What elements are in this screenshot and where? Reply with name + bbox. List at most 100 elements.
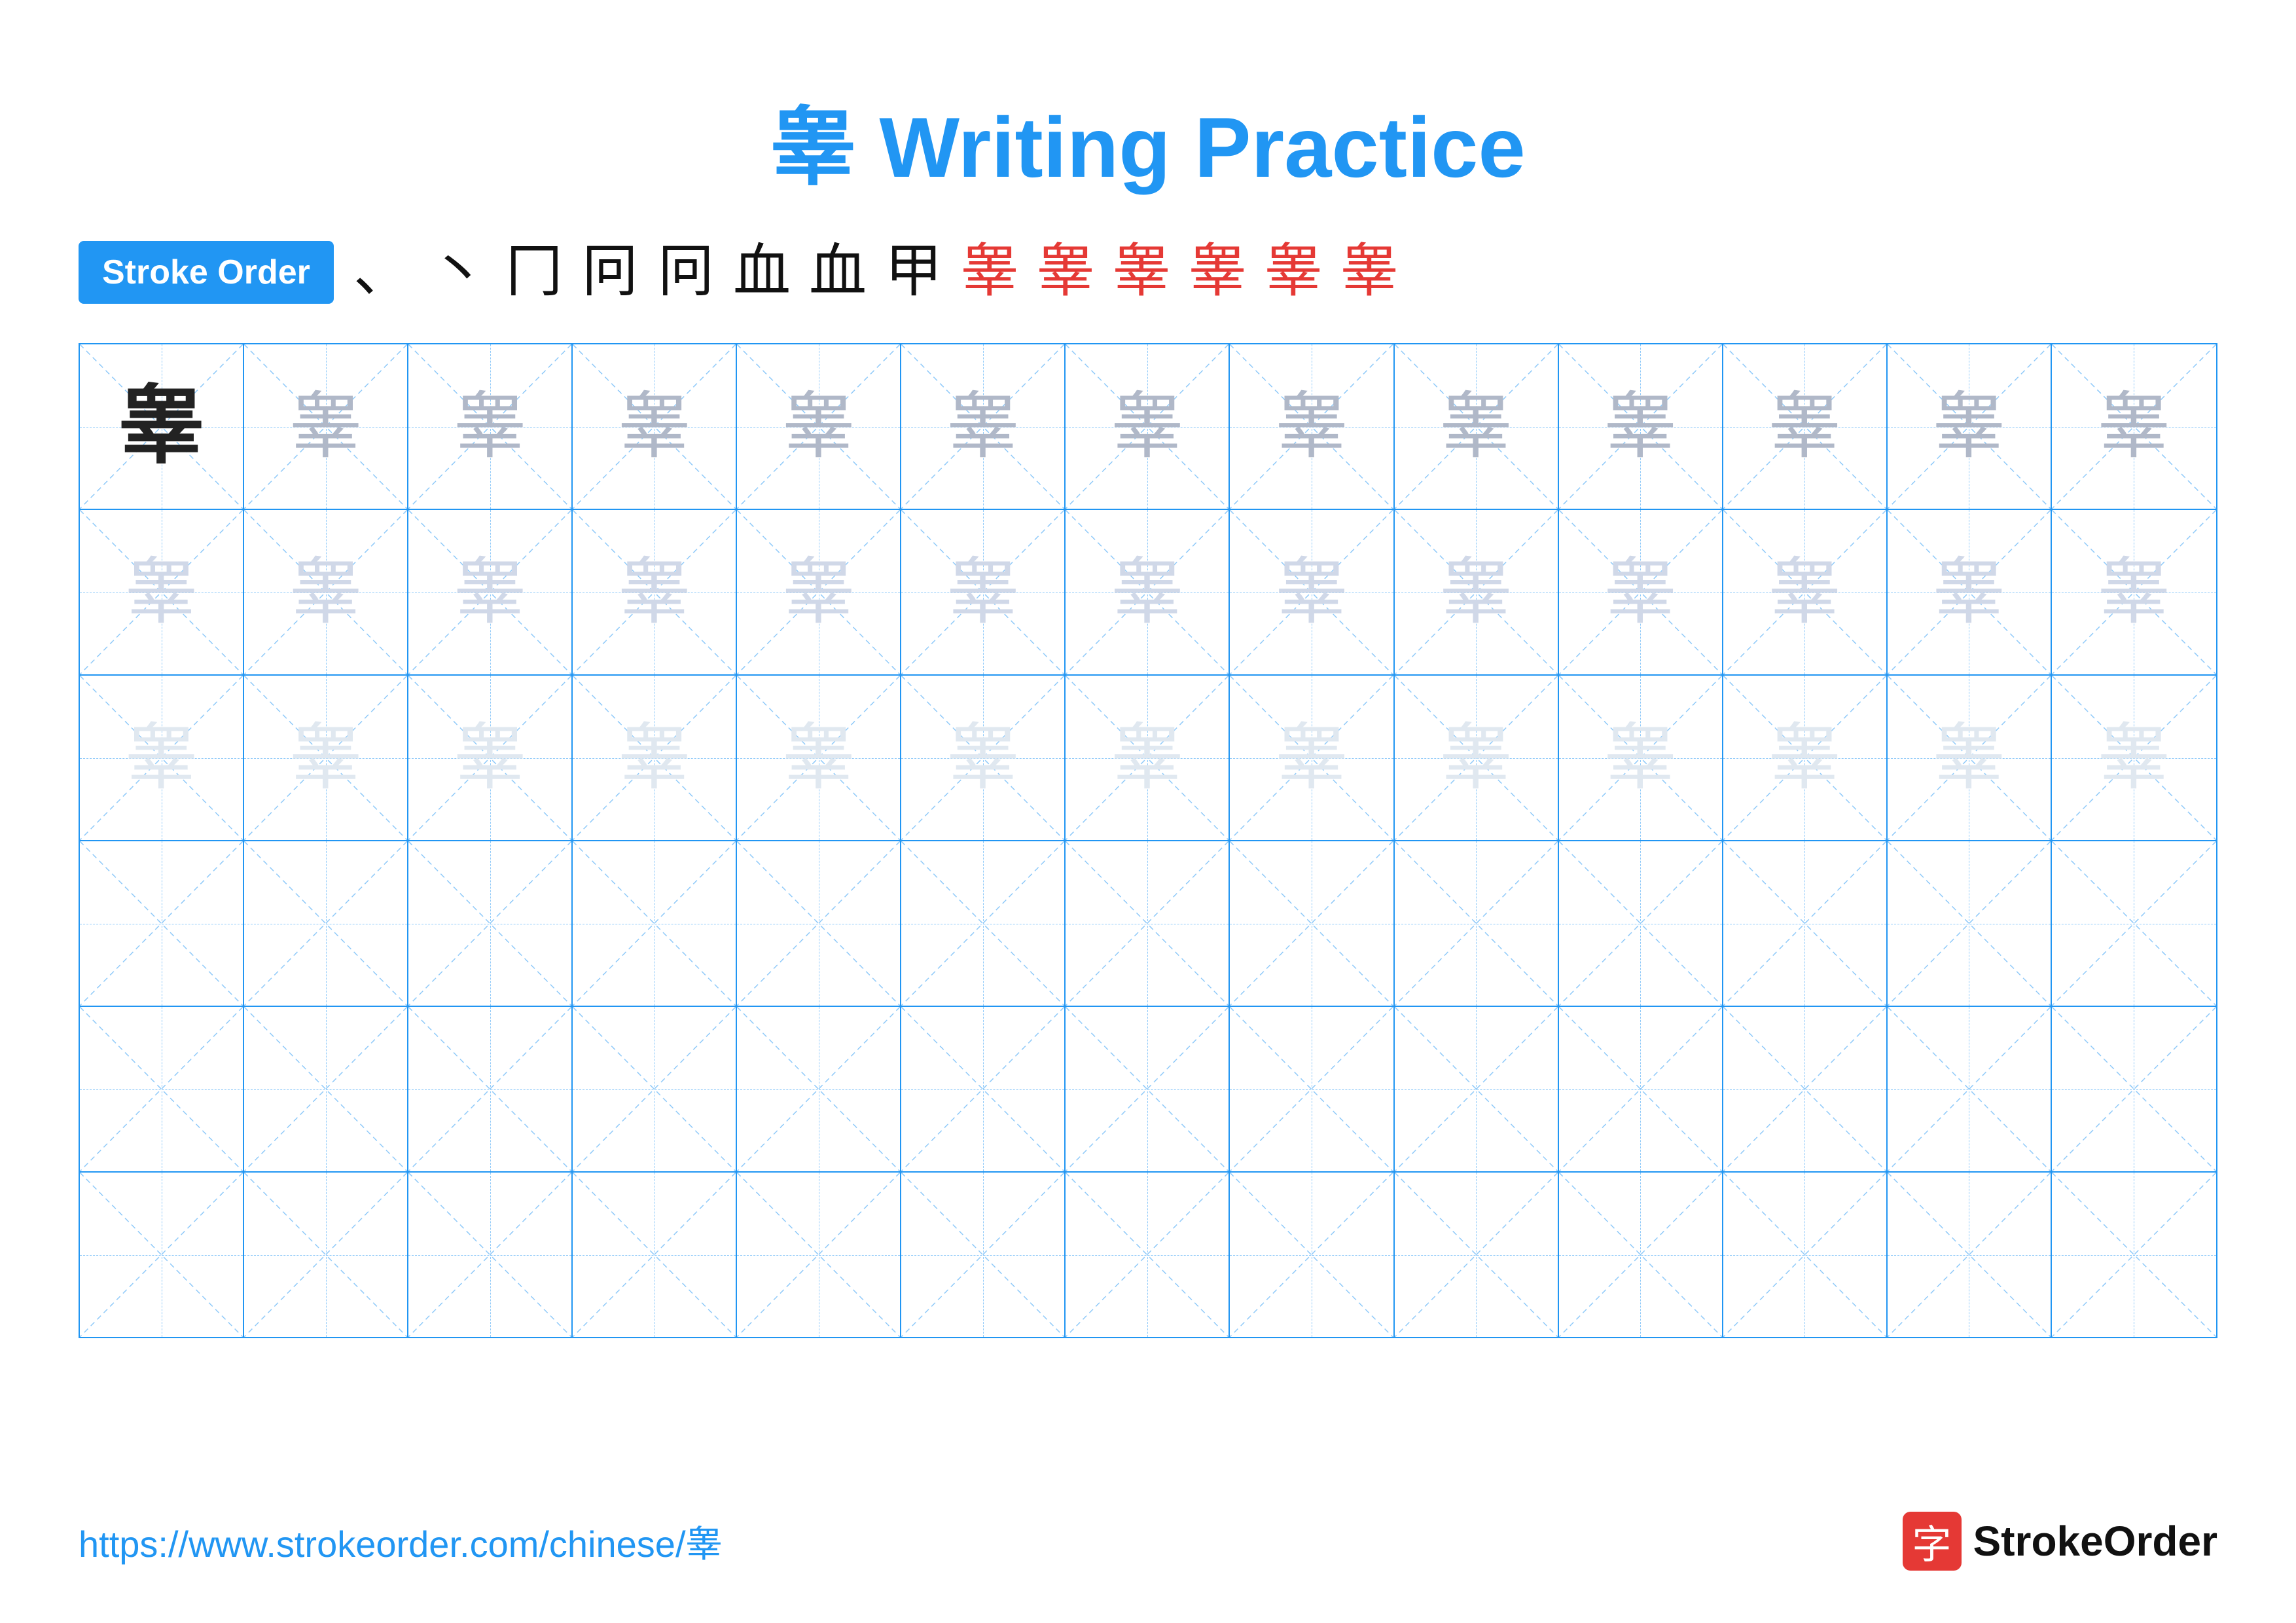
grid-cell-5-9[interactable] — [1395, 1007, 1559, 1171]
grid-cell-3-7[interactable]: 睾 — [1066, 676, 1230, 840]
grid-cell-5-12[interactable] — [1888, 1007, 2052, 1171]
grid-cell-2-3[interactable]: 睾 — [408, 510, 573, 674]
grid-cell-6-8[interactable] — [1230, 1173, 1394, 1337]
grid-cell-1-13[interactable]: 睾 — [2052, 344, 2216, 509]
grid-cell-3-10[interactable]: 睾 — [1559, 676, 1723, 840]
grid-cell-6-12[interactable] — [1888, 1173, 2052, 1337]
char-2-9: 睾 — [1440, 556, 1512, 629]
grid-cell-5-2[interactable] — [244, 1007, 408, 1171]
grid-cell-2-4[interactable]: 睾 — [573, 510, 737, 674]
grid-cell-2-2[interactable]: 睾 — [244, 510, 408, 674]
stroke-5: 冋 — [657, 244, 715, 301]
grid-cell-4-8[interactable] — [1230, 841, 1394, 1006]
grid-cell-5-6[interactable] — [901, 1007, 1066, 1171]
char-1-4: 睾 — [619, 391, 691, 463]
grid-cell-3-5[interactable]: 睾 — [737, 676, 901, 840]
grid-cell-3-4[interactable]: 睾 — [573, 676, 737, 840]
grid-cell-5-11[interactable] — [1723, 1007, 1888, 1171]
grid-cell-6-3[interactable] — [408, 1173, 573, 1337]
grid-cell-1-9[interactable]: 睾 — [1395, 344, 1559, 509]
char-3-11: 睾 — [1768, 722, 1840, 794]
grid-cell-6-13[interactable] — [2052, 1173, 2216, 1337]
grid-cell-5-5[interactable] — [737, 1007, 901, 1171]
char-2-4: 睾 — [619, 556, 691, 629]
grid-cell-5-10[interactable] — [1559, 1007, 1723, 1171]
grid-cell-3-8[interactable]: 睾 — [1230, 676, 1394, 840]
grid-cell-5-1[interactable] — [80, 1007, 244, 1171]
page: 睾 Writing Practice Stroke Order 、 丶 冂 冋 … — [0, 0, 2296, 1623]
grid-cell-6-10[interactable] — [1559, 1173, 1723, 1337]
grid-cell-1-3[interactable]: 睾 — [408, 344, 573, 509]
grid-cell-5-7[interactable] — [1066, 1007, 1230, 1171]
char-2-13: 睾 — [2098, 556, 2170, 629]
grid-cell-1-10[interactable]: 睾 — [1559, 344, 1723, 509]
grid-cell-2-5[interactable]: 睾 — [737, 510, 901, 674]
grid-cell-1-1[interactable]: 睾 — [80, 344, 244, 509]
grid-cell-4-3[interactable] — [408, 841, 573, 1006]
char-2-12: 睾 — [1933, 556, 2005, 629]
grid-cell-4-4[interactable] — [573, 841, 737, 1006]
grid-cell-2-1[interactable]: 睾 — [80, 510, 244, 674]
grid-cell-3-2[interactable]: 睾 — [244, 676, 408, 840]
footer: https://www.strokeorder.com/chinese/睾 字 … — [79, 1512, 2217, 1571]
grid-cell-3-9[interactable]: 睾 — [1395, 676, 1559, 840]
char-3-7: 睾 — [1111, 722, 1183, 794]
stroke-order-badge: Stroke Order — [79, 241, 334, 304]
grid-cell-6-4[interactable] — [573, 1173, 737, 1337]
grid-cell-1-8[interactable]: 睾 — [1230, 344, 1394, 509]
grid-cell-4-2[interactable] — [244, 841, 408, 1006]
stroke-14: 睾 — [1340, 244, 1398, 301]
grid-cell-2-11[interactable]: 睾 — [1723, 510, 1888, 674]
grid-cell-3-1[interactable]: 睾 — [80, 676, 244, 840]
grid-cell-6-11[interactable] — [1723, 1173, 1888, 1337]
grid-cell-1-2[interactable]: 睾 — [244, 344, 408, 509]
grid-cell-6-7[interactable] — [1066, 1173, 1230, 1337]
grid-cell-4-13[interactable] — [2052, 841, 2216, 1006]
grid-cell-4-1[interactable] — [80, 841, 244, 1006]
grid-cell-2-7[interactable]: 睾 — [1066, 510, 1230, 674]
grid-cell-1-7[interactable]: 睾 — [1066, 344, 1230, 509]
char-1-11: 睾 — [1768, 391, 1840, 463]
grid-cell-3-11[interactable]: 睾 — [1723, 676, 1888, 840]
grid-cell-4-5[interactable] — [737, 841, 901, 1006]
grid-cell-2-6[interactable]: 睾 — [901, 510, 1066, 674]
grid-cell-4-6[interactable] — [901, 841, 1066, 1006]
grid-cell-6-5[interactable] — [737, 1173, 901, 1337]
grid-cell-5-13[interactable] — [2052, 1007, 2216, 1171]
grid-cell-2-9[interactable]: 睾 — [1395, 510, 1559, 674]
grid-cell-6-2[interactable] — [244, 1173, 408, 1337]
grid-cell-6-9[interactable] — [1395, 1173, 1559, 1337]
char-1-10: 睾 — [1604, 391, 1676, 463]
char-3-13: 睾 — [2098, 722, 2170, 794]
grid-cell-4-11[interactable] — [1723, 841, 1888, 1006]
grid-cell-6-1[interactable] — [80, 1173, 244, 1337]
grid-cell-4-10[interactable] — [1559, 841, 1723, 1006]
grid-cell-1-11[interactable]: 睾 — [1723, 344, 1888, 509]
grid-cell-5-8[interactable] — [1230, 1007, 1394, 1171]
grid-cell-1-5[interactable]: 睾 — [737, 344, 901, 509]
grid-cell-4-12[interactable] — [1888, 841, 2052, 1006]
title-char: 睾 — [770, 101, 855, 196]
grid-cell-5-3[interactable] — [408, 1007, 573, 1171]
grid-cell-4-9[interactable] — [1395, 841, 1559, 1006]
grid-cell-3-12[interactable]: 睾 — [1888, 676, 2052, 840]
grid-row-2: 睾 睾 睾 睾 睾 睾 睾 — [80, 510, 2216, 676]
grid-cell-1-6[interactable]: 睾 — [901, 344, 1066, 509]
page-title: 睾 Writing Practice — [770, 100, 1525, 195]
char-2-5: 睾 — [783, 556, 855, 629]
grid-cell-2-12[interactable]: 睾 — [1888, 510, 2052, 674]
stroke-sequence: 、 丶 冂 冋 冋 血 血 甲 睾 睾 睾 睾 睾 睾 — [353, 244, 1398, 301]
stroke-order-section: Stroke Order 、 丶 冂 冋 冋 血 血 甲 睾 睾 睾 睾 睾 睾 — [79, 241, 2217, 304]
grid-cell-3-13[interactable]: 睾 — [2052, 676, 2216, 840]
grid-cell-6-6[interactable] — [901, 1173, 1066, 1337]
grid-cell-3-3[interactable]: 睾 — [408, 676, 573, 840]
grid-cell-5-4[interactable] — [573, 1007, 737, 1171]
grid-cell-2-13[interactable]: 睾 — [2052, 510, 2216, 674]
grid-cell-2-10[interactable]: 睾 — [1559, 510, 1723, 674]
grid-cell-1-12[interactable]: 睾 — [1888, 344, 2052, 509]
grid-cell-3-6[interactable]: 睾 — [901, 676, 1066, 840]
grid-cell-1-4[interactable]: 睾 — [573, 344, 737, 509]
footer-url-link[interactable]: https://www.strokeorder.com/chinese/睾 — [79, 1515, 723, 1568]
grid-cell-4-7[interactable] — [1066, 841, 1230, 1006]
grid-cell-2-8[interactable]: 睾 — [1230, 510, 1394, 674]
